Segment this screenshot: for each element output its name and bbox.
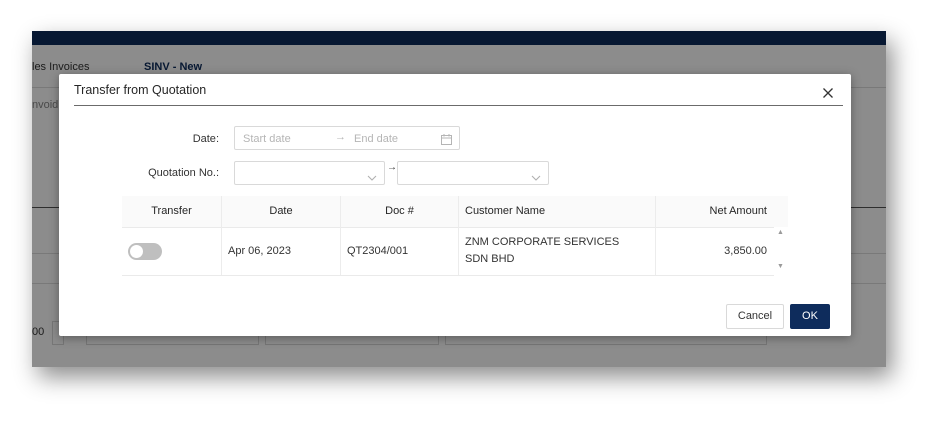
table-header: Transfer Date Doc # Customer Name Net Am… — [122, 196, 774, 228]
scrollbar-header — [774, 196, 788, 227]
column-header-date: Date — [221, 196, 340, 227]
chevron-down-icon — [367, 169, 377, 187]
scroll-down-arrow-icon[interactable]: ▼ — [777, 263, 784, 270]
quotation-table: Transfer Date Doc # Customer Name Net Am… — [122, 196, 788, 276]
chevron-down-icon — [531, 169, 541, 187]
quotation-no-label: Quotation No.: — [148, 167, 219, 179]
transfer-from-quotation-dialog: Transfer from Quotation Date: Start date… — [59, 74, 851, 336]
table-row[interactable]: Apr 06, 2023 QT2304/001 ZNM CORPORATE SE… — [122, 227, 774, 276]
cancel-button[interactable]: Cancel — [726, 304, 784, 329]
toggle-knob — [130, 244, 143, 258]
doc-no-cell: QT2304/001 — [340, 227, 458, 275]
column-header-customer-name: Customer Name — [458, 196, 655, 227]
date-cell: Apr 06, 2023 — [221, 227, 340, 275]
transfer-toggle[interactable] — [128, 242, 162, 260]
customer-name-text: ZNM CORPORATE SERVICES SDN BHD — [465, 236, 620, 265]
quotation-to-select[interactable] — [397, 161, 549, 185]
quotation-from-select[interactable] — [234, 161, 385, 185]
column-header-transfer: Transfer — [151, 205, 192, 217]
title-divider — [74, 105, 843, 106]
column-header-net-amount: Net Amount — [655, 196, 774, 227]
start-date-input[interactable]: Start date — [243, 133, 291, 145]
date-range-picker[interactable]: Start date → End date — [234, 126, 460, 150]
column-header-doc-no: Doc # — [340, 196, 458, 227]
quotation-range-arrow: → — [387, 162, 397, 173]
table-scrollbar[interactable]: ▲ ▼ — [774, 227, 788, 276]
close-icon — [823, 88, 833, 98]
net-amount-cell: 3,850.00 — [655, 227, 774, 275]
date-label: Date: — [192, 133, 219, 145]
dialog-title: Transfer from Quotation — [74, 83, 207, 97]
close-button[interactable] — [819, 84, 837, 102]
scroll-up-arrow-icon[interactable]: ▲ — [777, 229, 784, 236]
range-arrow-icon: → — [335, 131, 346, 143]
end-date-input[interactable]: End date — [354, 133, 398, 145]
calendar-icon[interactable] — [441, 132, 452, 150]
customer-name-cell: ZNM CORPORATE SERVICES SDN BHD — [458, 227, 655, 275]
ok-button[interactable]: OK — [790, 304, 830, 329]
transfer-cell — [122, 227, 221, 275]
